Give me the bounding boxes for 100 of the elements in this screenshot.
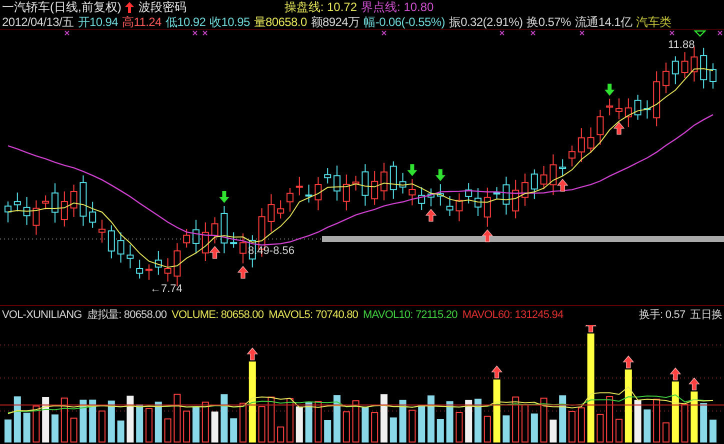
volume-bar (305, 402, 312, 442)
up-arrow-icon (482, 229, 494, 242)
candlestick (352, 175, 360, 192)
quote-value: 量80658.0 (254, 15, 307, 30)
up-arrow-icon (585, 325, 596, 332)
volume-bar (380, 394, 388, 442)
volume-stat: VOL-XUNILIANG (2, 308, 82, 324)
candlestick (164, 258, 172, 282)
volume-bar (154, 402, 162, 442)
candlestick (342, 174, 350, 211)
candlestick (644, 100, 651, 120)
candlestick (436, 184, 444, 206)
quote-value: 换0.57% (526, 15, 571, 30)
candlestick (493, 186, 500, 200)
volume-bar (634, 400, 642, 442)
volume-bar (108, 400, 115, 442)
quote-value: 低10.92 (165, 15, 206, 30)
candlestick (512, 179, 520, 219)
candlestick (653, 70, 660, 127)
quote-value: 2012/04/13/五 (2, 15, 74, 30)
candlestick (52, 182, 58, 224)
candlestick (154, 250, 162, 276)
indicator-value: 界点线: 10.80 (361, 0, 434, 15)
candlestick (540, 165, 548, 190)
volume-bar (89, 400, 96, 442)
candlestick (700, 47, 708, 89)
candlestick (89, 201, 96, 228)
volume-bar (192, 406, 200, 442)
volume-bar (362, 406, 369, 442)
volume-bar (465, 400, 472, 442)
volume-bar (672, 382, 679, 442)
candlestick (624, 98, 632, 128)
down-arrow-icon (219, 191, 230, 204)
candlestick (136, 259, 144, 280)
volume-bar (136, 404, 144, 442)
quote-value: 流通14.1亿 (574, 15, 632, 30)
volume-bar (211, 412, 218, 442)
volume-stat: 五日换 (690, 308, 722, 324)
candlestick (14, 192, 21, 212)
volume-bar (14, 396, 21, 442)
quote-value: 振0.32(2.91%) (448, 15, 523, 30)
volume-stat: 换手: 0.57 (638, 308, 686, 324)
candlestick (286, 188, 294, 212)
candlestick (550, 154, 557, 196)
quote-value: 幅-0.06(-0.55%) (364, 15, 445, 30)
cross-mark-icon (580, 30, 584, 36)
candlestick (559, 158, 566, 177)
volume-bar (550, 420, 557, 442)
candlestick (634, 94, 642, 120)
cross-mark-icon (382, 30, 386, 36)
volume-bar (399, 400, 406, 442)
volume-stat: MAVOL10: 72115.20 (363, 308, 458, 324)
candlestick (230, 232, 238, 248)
volume-bar (700, 403, 708, 442)
candlestick (192, 219, 200, 254)
candlestick (211, 216, 218, 244)
volume-bar (418, 405, 426, 442)
volume-bar (334, 395, 340, 442)
volume-bar (710, 420, 716, 442)
quote-value: 额8924万 (310, 15, 360, 30)
cross-mark-icon (670, 30, 674, 36)
candlestick (428, 188, 434, 207)
indicator-name: 波段密码 (138, 0, 186, 15)
volume-bar (324, 420, 332, 442)
candlestick (324, 168, 332, 184)
cross-mark-icon (500, 30, 504, 36)
candlestick (220, 206, 228, 254)
candlestick (60, 190, 68, 227)
down-arrow-icon (604, 84, 615, 96)
volume-bar (446, 401, 454, 442)
cross-mark-icon (202, 30, 208, 36)
candlestick (32, 200, 40, 236)
volume-bar (126, 396, 134, 442)
volume-bar (559, 395, 566, 442)
candlestick (108, 224, 115, 259)
candlestick (408, 178, 416, 206)
indicator-value: 操盘线: 10.72 (284, 0, 358, 15)
volume-bar (644, 409, 651, 442)
volume-bar (493, 380, 500, 442)
up-arrow-icon (622, 356, 634, 368)
candlestick (616, 98, 622, 120)
up-arrow-icon (425, 208, 437, 222)
candlestick (240, 232, 246, 264)
up-arrow-icon (556, 178, 568, 192)
quote-value: 汽车类 (636, 15, 672, 30)
quote-value: 收10.95 (210, 15, 250, 30)
candlestick (362, 164, 369, 206)
candlestick (202, 222, 209, 262)
candlestick (126, 244, 134, 269)
candlestick (183, 228, 190, 248)
candlestick (296, 176, 303, 196)
candlestick (456, 192, 463, 222)
volume-stat: 虚拟量: 80658.00 (86, 308, 167, 324)
cross-mark-icon (530, 30, 536, 36)
volume-bar (436, 419, 444, 442)
volume-bar (80, 400, 87, 442)
candlestick (578, 128, 585, 163)
down-triangle-icon (694, 30, 706, 37)
candlestick (305, 184, 312, 203)
candlestick (672, 56, 679, 85)
